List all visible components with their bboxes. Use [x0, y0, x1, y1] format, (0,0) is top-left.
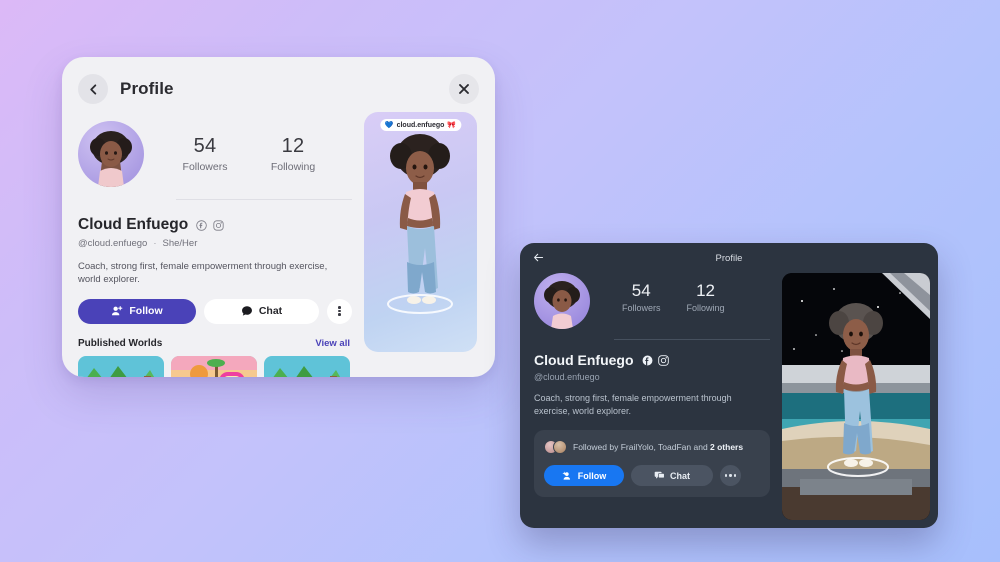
following-label: Following — [270, 161, 316, 173]
chat-bubble-icon — [654, 471, 665, 479]
follow-button-label: Follow — [129, 305, 163, 318]
avatar[interactable] — [78, 121, 144, 187]
following-count-dark: 12 — [696, 281, 715, 300]
following-count: 12 — [281, 135, 305, 157]
chat-bubble-icon — [241, 306, 252, 316]
chat-button-label-dark: Chat — [670, 470, 690, 481]
social-links — [196, 219, 224, 231]
chat-button-dark[interactable]: Chat — [631, 465, 713, 487]
facebook-icon[interactable] — [642, 355, 653, 366]
view-all-link[interactable]: View all — [315, 338, 350, 349]
follow-button-dark[interactable]: Follow — [544, 465, 624, 487]
follow-button-label-dark: Follow — [577, 470, 607, 481]
add-person-icon — [112, 306, 123, 316]
profile-pronouns: She/Her — [162, 238, 198, 249]
action-buttons-dark: Follow Chat — [544, 465, 760, 487]
stat-following[interactable]: 12 Following — [264, 135, 322, 173]
avatar-space-scene — [782, 273, 930, 520]
arrow-left-icon — [534, 253, 544, 262]
chat-button-label: Chat — [258, 305, 283, 318]
followed-by-prefix: Followed by FrailYolo, ToadFan and — [573, 442, 711, 453]
profile-bio-dark: Coach, strong first, female empowerment … — [534, 393, 732, 417]
following-label-dark: Following — [686, 303, 725, 313]
world-thumbnail[interactable] — [78, 355, 164, 377]
stat-followers-dark[interactable]: 54 Followers — [622, 281, 661, 313]
avatar-preview-panel[interactable]: 💙 cloud.enfuego 🎀 — [364, 112, 477, 352]
profile-bio: Coach, strong first, female empowerment … — [78, 261, 328, 286]
followers-count: 54 — [193, 135, 217, 157]
instagram-icon[interactable] — [213, 219, 224, 231]
follower-avatars — [544, 440, 567, 455]
social-links-dark — [642, 354, 669, 366]
world-thumbnail[interactable] — [171, 355, 257, 377]
instagram-icon[interactable] — [657, 354, 669, 366]
jungle-world-thumbnail-2 — [264, 355, 350, 377]
profile-name-row-dark: Cloud Enfuego — [534, 352, 770, 368]
page-title-dark: Profile — [715, 252, 743, 264]
followed-by-row: Followed by FrailYolo, ToadFan and 2 oth… — [544, 440, 760, 455]
dark-card-header: Profile — [520, 243, 938, 273]
add-person-icon — [562, 471, 570, 480]
profile-handle: @cloud.enfuego — [78, 238, 148, 249]
follower-avatar — [553, 440, 567, 455]
avatar-image-dark — [544, 281, 580, 329]
avatar-dark[interactable] — [534, 273, 590, 329]
social-proof-panel: Followed by FrailYolo, ToadFan and 2 oth… — [534, 430, 770, 498]
page-title: Profile — [120, 79, 174, 98]
profile-summary-row-dark: 54 Followers 12 Following — [534, 273, 770, 329]
back-button-dark[interactable] — [532, 251, 545, 269]
light-profile-card: Profile 54 Followers 12 Following Cloud … — [62, 57, 495, 377]
back-button[interactable] — [78, 74, 108, 104]
world-thumbnail[interactable] — [264, 355, 350, 377]
chat-button[interactable]: Chat — [204, 298, 319, 324]
avatar-full-body — [387, 134, 453, 314]
stat-followers[interactable]: 54 Followers — [176, 135, 234, 173]
published-worlds-title: Published Worlds — [78, 337, 163, 349]
stats-row: 54 Followers 12 Following — [176, 121, 322, 173]
followers-label: Followers — [182, 161, 228, 173]
stats-row-dark: 54 Followers 12 Following — [622, 273, 725, 313]
ellipsis-icon — [724, 474, 728, 477]
followers-count-dark: 54 — [631, 281, 651, 300]
facebook-icon[interactable] — [196, 219, 207, 231]
published-worlds-list — [78, 355, 479, 377]
kebab-menu-icon — [338, 305, 341, 317]
dark-card-body: 54 Followers 12 Following Cloud Enfuego — [520, 273, 938, 520]
profile-name-dark: Cloud Enfuego — [534, 352, 634, 368]
close-button[interactable] — [449, 74, 479, 104]
avatar-image — [90, 131, 132, 187]
stats-divider-dark — [614, 339, 770, 340]
avatar-preview-panel-dark[interactable] — [782, 273, 930, 520]
stat-following-dark[interactable]: 12 Following — [687, 281, 725, 313]
profile-name: Cloud Enfuego — [78, 216, 189, 233]
more-options-button-dark[interactable] — [720, 465, 741, 487]
dark-card-left-column: 54 Followers 12 Following Cloud Enfuego — [534, 273, 770, 520]
follow-button[interactable]: Follow — [78, 298, 196, 324]
followers-label-dark: Followers — [622, 303, 661, 313]
handle-separator: · — [153, 238, 157, 249]
jungle-world-thumbnail — [78, 355, 164, 377]
followed-by-text: Followed by FrailYolo, ToadFan and 2 oth… — [573, 442, 743, 452]
more-options-button[interactable] — [327, 298, 352, 324]
dark-profile-card: Profile 54 Followers 12 Following Cloud … — [520, 243, 938, 528]
published-worlds-header: Published Worlds View all — [78, 338, 350, 349]
followed-by-others: 2 others — [710, 442, 744, 453]
stats-divider — [176, 199, 352, 200]
profile-handle-dark: @cloud.enfuego — [534, 372, 600, 382]
close-icon — [459, 84, 469, 94]
chevron-left-icon — [89, 83, 96, 95]
beach-world-thumbnail — [171, 355, 257, 377]
